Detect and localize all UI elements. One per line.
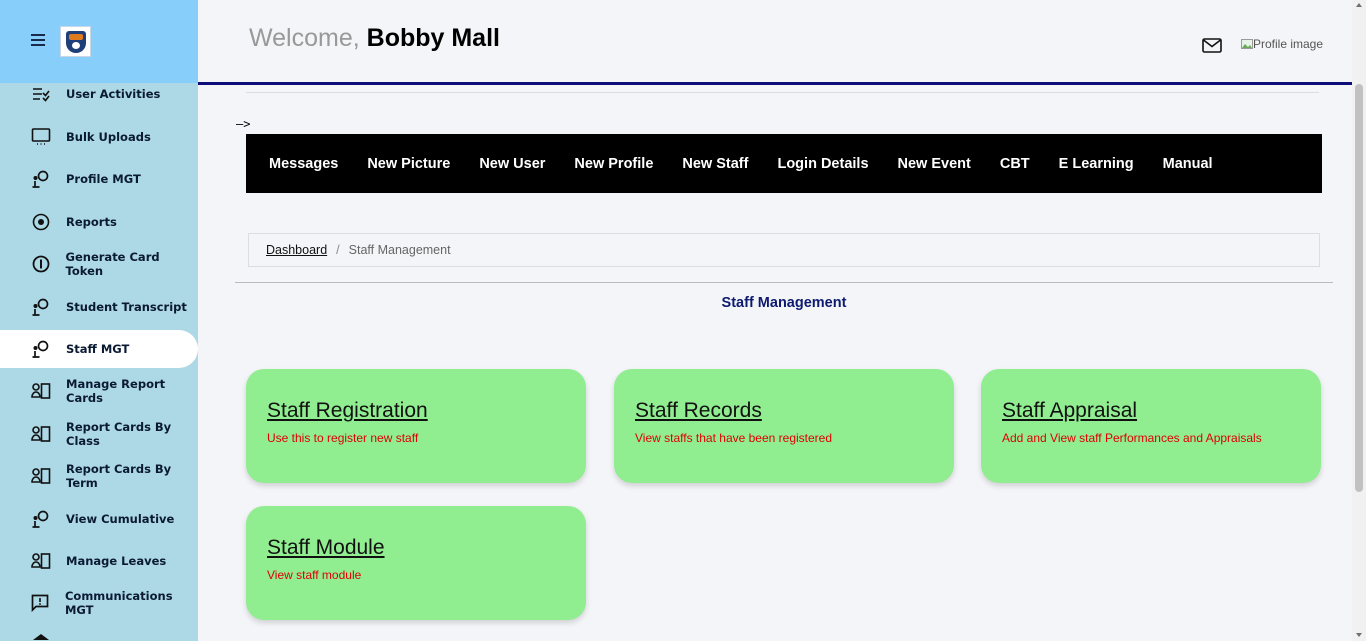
card-title[interactable]: Staff Records bbox=[635, 399, 762, 423]
monitor-icon bbox=[31, 127, 51, 147]
welcome-message: Welcome, Bobby Mall bbox=[249, 24, 500, 53]
mail-icon[interactable] bbox=[1202, 38, 1222, 53]
target-icon bbox=[31, 212, 51, 232]
menu-new-event[interactable]: New Event bbox=[898, 156, 971, 172]
page-title: Staff Management bbox=[721, 295, 847, 311]
sidebar-item-user-activities[interactable]: User Activities bbox=[0, 76, 198, 112]
chat-alert-icon bbox=[31, 593, 50, 613]
card-staff-appraisal[interactable]: Staff Appraisal Add and View staff Perfo… bbox=[981, 369, 1321, 483]
sidebar-item-profile-mgt[interactable]: Profile MGT bbox=[0, 161, 198, 197]
menu-login-details[interactable]: Login Details bbox=[777, 156, 868, 172]
breadcrumb-separator: / bbox=[336, 243, 340, 257]
menu-e-learning[interactable]: E Learning bbox=[1059, 156, 1134, 172]
sidebar-item-view-cumulative[interactable]: View Cumulative bbox=[0, 501, 198, 537]
menu-cbt[interactable]: CBT bbox=[1000, 156, 1030, 172]
user-gear-icon bbox=[31, 297, 51, 317]
user-name: Bobby Mall bbox=[366, 24, 500, 52]
sidebar-item-report-cards-by-class[interactable]: Report Cards By Class bbox=[0, 416, 198, 452]
id-card-icon bbox=[31, 381, 51, 401]
menu-new-profile[interactable]: New Profile bbox=[574, 156, 653, 172]
card-description: View staffs that have been registered bbox=[635, 431, 833, 445]
card-description: Add and View staff Performances and Appr… bbox=[1002, 431, 1262, 445]
info-circle-icon bbox=[31, 254, 51, 274]
profile-image-alt: Profile image bbox=[1253, 37, 1324, 51]
sidebar-item-label: Communications MGT bbox=[64, 589, 173, 617]
menu-new-picture[interactable]: New Picture bbox=[367, 156, 450, 172]
menu-new-staff[interactable]: New Staff bbox=[682, 156, 748, 172]
welcome-prefix: Welcome, bbox=[249, 24, 360, 52]
id-card-icon bbox=[31, 424, 51, 444]
user-gear-icon bbox=[31, 509, 51, 529]
menu-messages[interactable]: Messages bbox=[269, 156, 338, 172]
card-title[interactable]: Staff Appraisal bbox=[1002, 399, 1137, 423]
sidebar-item-reports[interactable]: Reports bbox=[0, 204, 198, 240]
menu-manual[interactable]: Manual bbox=[1163, 156, 1213, 172]
arrow-text: –> bbox=[236, 117, 251, 131]
sidebar-item-label: Profile MGT bbox=[66, 172, 141, 186]
sidebar-item-manage-report-cards[interactable]: Manage Report Cards bbox=[0, 373, 198, 409]
sidebar-item-label: Manage Report Cards bbox=[66, 377, 166, 405]
breadcrumb-current: Staff Management bbox=[348, 243, 451, 257]
scrollbar-thumb[interactable] bbox=[1355, 84, 1363, 492]
user-gear-icon bbox=[31, 339, 51, 359]
card-description: Use this to register new staff bbox=[267, 431, 419, 445]
sidebar-item-label: Reports bbox=[66, 215, 117, 229]
divider bbox=[246, 92, 1319, 93]
page-scrollbar[interactable] bbox=[1352, 0, 1366, 641]
sidebar-item-report-cards-by-term[interactable]: Report Cards By Term bbox=[0, 458, 198, 494]
breadcrumb: Dashboard / Staff Management bbox=[248, 233, 1320, 267]
sidebar-item-communications-mgt[interactable]: Communications MGT bbox=[0, 585, 198, 621]
scroll-up-arrow-icon[interactable] bbox=[1356, 3, 1362, 7]
menu-new-user[interactable]: New User bbox=[479, 156, 545, 172]
sidebar-item-label: Manage Leaves bbox=[66, 554, 167, 568]
id-card-icon bbox=[31, 551, 51, 571]
quick-links-menu: Messages New Picture New User New Profil… bbox=[246, 134, 1322, 193]
user-gear-icon bbox=[31, 169, 51, 189]
divider bbox=[235, 282, 1333, 283]
school-logo[interactable] bbox=[60, 26, 91, 57]
sidebar-item-staff-mgt[interactable]: Staff MGT bbox=[0, 330, 198, 368]
sidebar-item-label: Bulk Uploads bbox=[66, 130, 151, 144]
sidebar-item-label: User Activities bbox=[66, 87, 161, 101]
card-title[interactable]: Staff Registration bbox=[267, 399, 428, 423]
card-description: View staff module bbox=[267, 568, 362, 582]
sidebar-item-label: View Cumulative bbox=[66, 512, 175, 526]
id-card-icon bbox=[31, 466, 51, 486]
hamburger-menu-icon[interactable] bbox=[31, 34, 45, 46]
breadcrumb-dashboard-link[interactable]: Dashboard bbox=[266, 243, 327, 257]
sidebar-header bbox=[0, 0, 198, 83]
cap-icon bbox=[33, 634, 49, 640]
sidebar-item-manage-leaves[interactable]: Manage Leaves bbox=[0, 543, 198, 579]
sidebar-item-label: Report Cards By Class bbox=[66, 420, 172, 448]
sidebar-item-generate-card-token[interactable]: Generate Card Token bbox=[0, 246, 198, 282]
sidebar-item-label: Staff MGT bbox=[66, 342, 130, 356]
card-title[interactable]: Staff Module bbox=[267, 536, 385, 560]
sidebar-item-label: Student Transcript bbox=[66, 300, 187, 314]
sidebar-item-label: Report Cards By Term bbox=[66, 462, 172, 490]
top-header: Welcome, Bobby Mall Profile image bbox=[198, 0, 1352, 85]
profile-image[interactable]: Profile image bbox=[1241, 37, 1323, 51]
sidebar-item-label: Generate Card Token bbox=[65, 250, 160, 278]
sidebar: User Activities Bulk Uploads Profile MGT… bbox=[0, 0, 198, 641]
sidebar-item-student-transcript[interactable]: Student Transcript bbox=[0, 289, 198, 325]
scroll-down-arrow-icon[interactable] bbox=[1356, 633, 1362, 637]
card-staff-records[interactable]: Staff Records View staffs that have been… bbox=[614, 369, 954, 483]
sidebar-item-bulk-uploads[interactable]: Bulk Uploads bbox=[0, 119, 198, 155]
card-staff-module[interactable]: Staff Module View staff module bbox=[246, 506, 586, 620]
card-staff-registration[interactable]: Staff Registration Use this to register … bbox=[246, 369, 586, 483]
checklist-icon bbox=[31, 84, 51, 104]
